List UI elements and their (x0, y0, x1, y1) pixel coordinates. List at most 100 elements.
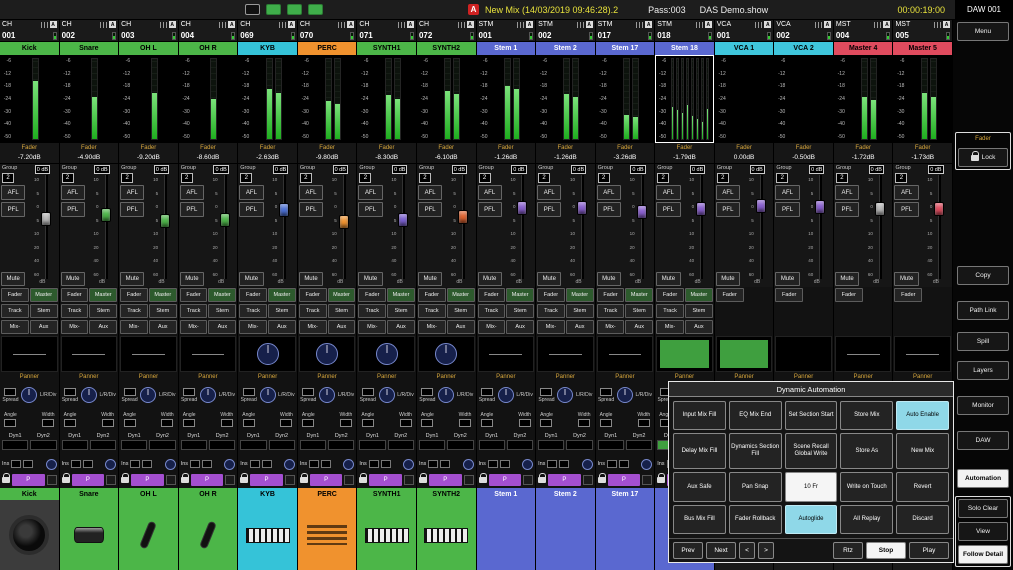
group-number[interactable]: 2 (62, 173, 74, 183)
fader-assign-button[interactable]: Fader (120, 288, 148, 302)
width-value-box[interactable] (161, 419, 173, 427)
track-button[interactable]: Track (656, 304, 684, 318)
insert-a-box[interactable] (71, 460, 81, 468)
panner-knob[interactable] (376, 343, 398, 365)
aux-button[interactable]: Aux (268, 320, 296, 334)
spread-indicator[interactable] (302, 388, 314, 396)
fader[interactable] (458, 175, 468, 279)
aux-button[interactable]: Aux (566, 320, 594, 334)
fader-cap[interactable] (220, 213, 230, 227)
fader[interactable] (517, 175, 527, 279)
afl-button[interactable]: AFL (775, 185, 799, 200)
transport-prev-button[interactable]: Prev (673, 542, 703, 559)
pan-knob[interactable] (438, 387, 454, 403)
panner-display[interactable] (597, 336, 654, 372)
afl-button[interactable]: AFL (239, 185, 263, 200)
pfl-button[interactable]: PFL (239, 202, 263, 217)
channel-name-bottom[interactable]: OH L (119, 488, 178, 500)
aux-button[interactable]: Aux (89, 320, 117, 334)
width-value-box[interactable] (42, 419, 54, 427)
fader-assign-button[interactable]: Fader (1, 288, 29, 302)
pfl-button[interactable]: PFL (775, 202, 799, 217)
panner-display[interactable] (835, 336, 892, 372)
insert-a-box[interactable] (369, 460, 379, 468)
insert-a-box[interactable] (130, 460, 140, 468)
dyn2-display[interactable] (90, 440, 116, 450)
fader[interactable] (398, 175, 408, 279)
insert-b-box[interactable] (202, 460, 212, 468)
channel-name[interactable]: VCA 1 (715, 42, 774, 55)
channel-name-bottom[interactable]: PERC (298, 488, 357, 500)
fader-cap[interactable] (815, 200, 825, 214)
mix-minus-button[interactable]: Mix- (180, 320, 208, 334)
afl-button[interactable]: AFL (418, 185, 442, 200)
automation-button[interactable]: Automation (957, 469, 1009, 488)
spread-indicator[interactable] (421, 388, 433, 396)
spread-indicator[interactable] (362, 388, 374, 396)
fader[interactable] (934, 175, 944, 279)
dyn1-display[interactable] (479, 440, 505, 450)
mute-button[interactable]: Mute (894, 272, 918, 286)
punch-badge[interactable]: P (548, 474, 581, 486)
fader-cap[interactable] (458, 210, 468, 224)
aux-button[interactable]: Aux (387, 320, 415, 334)
fader-assign-button[interactable]: Fader (61, 288, 89, 302)
safe-box[interactable] (523, 475, 533, 485)
panner-display[interactable] (418, 336, 475, 372)
automation-autoglide[interactable]: Autoglide (785, 505, 838, 534)
solo-clear-button[interactable]: Solo Clear (958, 499, 1008, 518)
channel-name[interactable]: KYB (238, 42, 297, 55)
transport-next-button[interactable]: Next (706, 542, 736, 559)
dyn2-display[interactable] (209, 440, 235, 450)
copy-button[interactable]: Copy (957, 266, 1009, 285)
safe-box[interactable] (106, 475, 116, 485)
group-number[interactable]: 2 (419, 173, 431, 183)
width-value-box[interactable] (459, 419, 471, 427)
channel-image[interactable] (60, 500, 119, 570)
channel-name[interactable]: Master 5 (893, 42, 952, 55)
dyn2-display[interactable] (328, 440, 354, 450)
pan-knob[interactable] (140, 387, 156, 403)
stem-button[interactable]: Stem (89, 304, 117, 318)
io-status-icon[interactable] (308, 4, 323, 15)
fader-cap[interactable] (577, 201, 587, 215)
spread-indicator[interactable] (4, 388, 16, 396)
afl-button[interactable]: AFL (1, 185, 25, 200)
stem-button[interactable]: Stem (268, 304, 296, 318)
dyn1-display[interactable] (538, 440, 564, 450)
fader-assign-button[interactable]: Fader (835, 288, 863, 302)
master-assign-button[interactable]: Master (208, 288, 236, 302)
track-button[interactable]: Track (537, 304, 565, 318)
track-button[interactable]: Track (1, 304, 29, 318)
transport-rtz-button[interactable]: Rtz (833, 542, 863, 559)
group-number[interactable]: 2 (240, 173, 252, 183)
automation-bus-mix-fill[interactable]: Bus Mix Fill (673, 505, 726, 534)
safe-box[interactable] (404, 475, 414, 485)
safe-box[interactable] (642, 475, 652, 485)
track-button[interactable]: Track (180, 304, 208, 318)
spread-indicator[interactable] (243, 388, 255, 396)
channel-name[interactable]: Stem 18 (655, 42, 714, 55)
channel-name-bottom[interactable]: SYNTH1 (357, 488, 416, 500)
group-number[interactable]: 2 (776, 173, 788, 183)
fader[interactable] (696, 175, 706, 279)
fader-assign-button[interactable]: Fader (478, 288, 506, 302)
punch-badge[interactable]: P (191, 474, 224, 486)
aux-button[interactable]: Aux (447, 320, 475, 334)
stem-button[interactable]: Stem (625, 304, 653, 318)
dyn2-display[interactable] (30, 440, 56, 450)
afl-button[interactable]: AFL (358, 185, 382, 200)
mix-minus-button[interactable]: Mix- (120, 320, 148, 334)
panner-display[interactable] (716, 336, 773, 372)
track-button[interactable]: Track (120, 304, 148, 318)
channel-name[interactable]: Snare (60, 42, 119, 55)
panner-display[interactable] (656, 336, 713, 372)
width-value-box[interactable] (340, 419, 352, 427)
group-number[interactable]: 2 (836, 173, 848, 183)
aux-button[interactable]: Aux (208, 320, 236, 334)
fader-cap[interactable] (339, 215, 349, 229)
master-assign-button[interactable]: Master (30, 288, 58, 302)
punch-badge[interactable]: P (310, 474, 343, 486)
master-assign-button[interactable]: Master (685, 288, 713, 302)
dyn1-display[interactable] (359, 440, 385, 450)
